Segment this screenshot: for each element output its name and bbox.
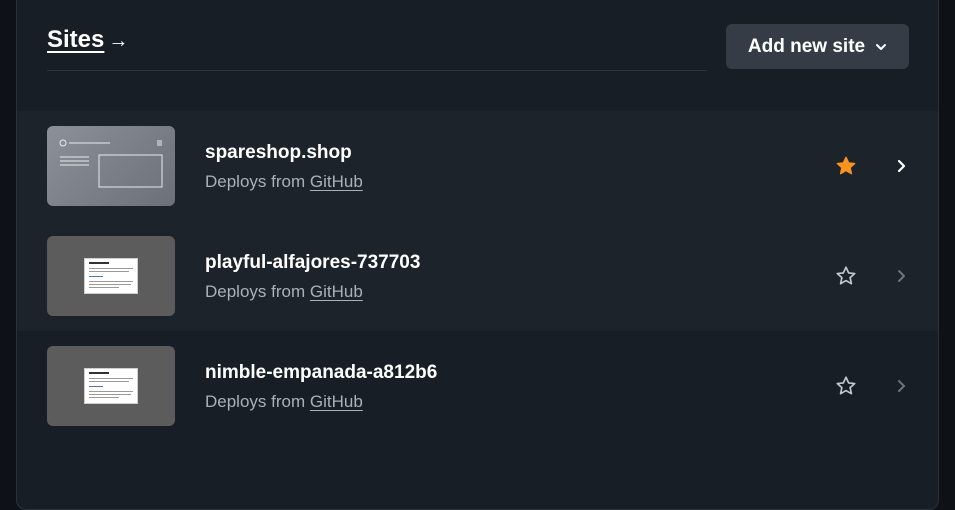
page-title: Sites bbox=[47, 26, 105, 53]
add-new-site-button[interactable]: Add new site bbox=[726, 24, 909, 69]
sites-card: Sites → Add new site spareshop.shop Depl… bbox=[16, 0, 939, 510]
site-name[interactable]: nimble-empanada-a812b6 bbox=[205, 362, 437, 384]
site-thumbnail bbox=[47, 126, 175, 206]
page-preview bbox=[84, 258, 138, 294]
chevron-down-icon bbox=[876, 43, 887, 50]
page-preview bbox=[84, 368, 138, 404]
chevron-right-icon[interactable] bbox=[895, 158, 909, 174]
title-bar: Sites → bbox=[47, 26, 707, 71]
chevron-right-icon[interactable] bbox=[895, 268, 909, 284]
github-link[interactable]: GitHub bbox=[310, 392, 363, 411]
deploy-prefix: Deploys from bbox=[205, 392, 310, 411]
star-icon[interactable] bbox=[835, 375, 857, 397]
arrow-right-icon: → bbox=[108, 29, 129, 52]
site-name[interactable]: spareshop.shop bbox=[205, 142, 352, 164]
sites-title-link[interactable]: Sites → bbox=[47, 26, 128, 54]
add-new-site-label: Add new site bbox=[747, 35, 866, 57]
deploy-prefix: Deploys from bbox=[205, 172, 310, 191]
site-thumbnail bbox=[47, 346, 175, 426]
deploy-info: Deploys from GitHub bbox=[205, 282, 363, 302]
site-list: spareshop.shop Deploys from GitHub playf… bbox=[17, 111, 938, 441]
deploy-info: Deploys from GitHub bbox=[205, 172, 363, 192]
site-name[interactable]: playful-alfajores-737703 bbox=[205, 252, 420, 274]
deploy-prefix: Deploys from bbox=[205, 282, 310, 301]
github-link[interactable]: GitHub bbox=[310, 282, 363, 301]
github-link[interactable]: GitHub bbox=[310, 172, 363, 191]
star-icon[interactable] bbox=[835, 265, 857, 287]
site-row[interactable]: nimble-empanada-a812b6 Deploys from GitH… bbox=[17, 331, 938, 441]
site-thumbnail bbox=[47, 236, 175, 316]
sites-header: Sites → Add new site bbox=[17, 1, 938, 101]
deploy-info: Deploys from GitHub bbox=[205, 392, 363, 412]
site-row[interactable]: playful-alfajores-737703 Deploys from Gi… bbox=[17, 221, 938, 331]
chevron-right-icon[interactable] bbox=[895, 378, 909, 394]
site-row[interactable]: spareshop.shop Deploys from GitHub bbox=[17, 111, 938, 221]
star-icon[interactable] bbox=[835, 155, 857, 177]
